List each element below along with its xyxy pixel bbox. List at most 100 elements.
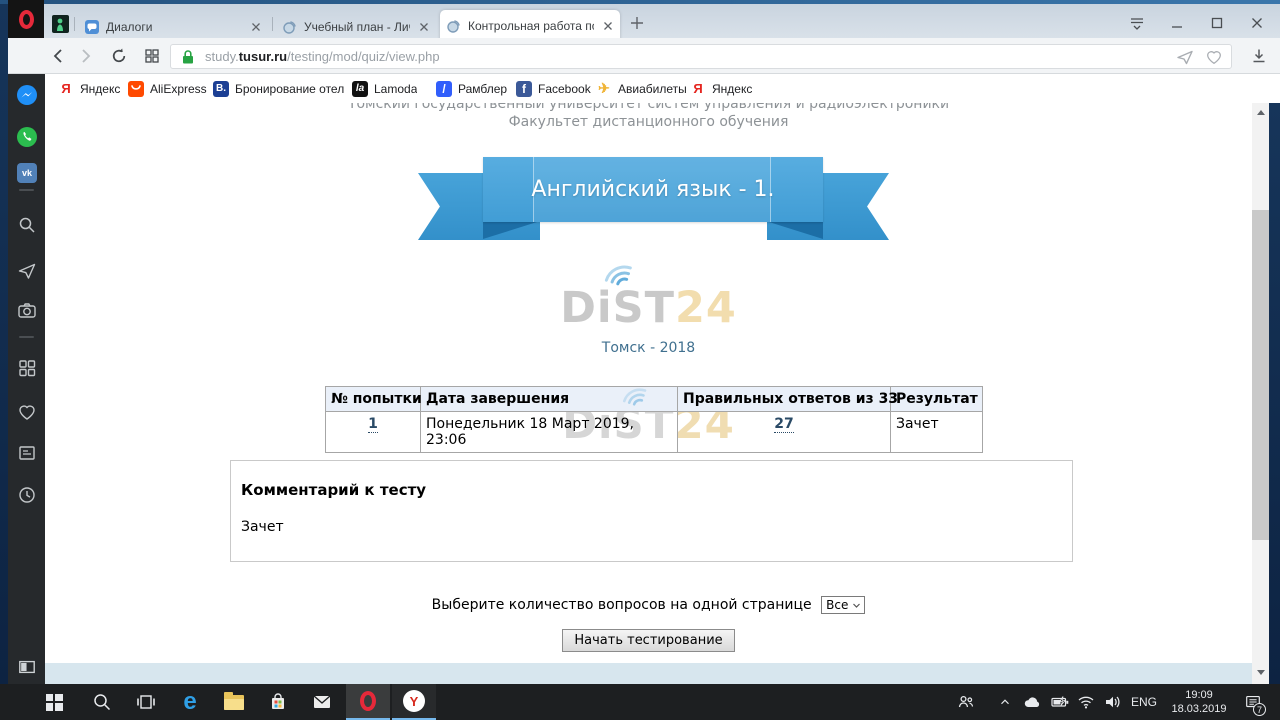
back-button[interactable] [50,47,68,65]
minimize-icon [1170,16,1184,30]
start-test-button[interactable]: Начать тестирование [562,629,734,652]
course-title: Английский язык - 1. [531,177,774,202]
sidebar-whatsapp-button[interactable] [16,126,38,148]
forward-button[interactable] [76,47,94,65]
mail-icon [312,693,332,711]
bookmark-yandex-2[interactable]: Я Яндекс [690,79,770,98]
folder-icon [224,695,244,710]
taskbar-store-button[interactable] [258,684,298,720]
sidebar-history-button[interactable] [16,484,38,506]
taskbar-search-button[interactable] [82,684,122,720]
taskbar-edge-button[interactable]: e [170,684,210,720]
taskbar-opera-button[interactable] [346,684,390,720]
bookmark-facebook[interactable]: f Facebook [516,79,600,98]
sidebar-divider [19,336,34,338]
tray-people-button[interactable] [950,684,982,720]
address-bar[interactable]: study.tusur.ru/testing/mod/quiz/view.php [170,44,1232,69]
comment-box: Комментарий к тесту Зачет [230,460,1073,562]
correct-answers-link[interactable]: 27 [774,416,793,433]
booking-icon: B. [213,81,229,97]
comment-title: Комментарий к тесту [241,481,426,499]
sidebar-bookmarks-button[interactable] [16,401,38,423]
tray-language-button[interactable]: ENG [1126,684,1162,720]
bookmark-aviabilety[interactable]: ✈ Авиабилеты [596,79,696,98]
action-center-button[interactable] [1236,684,1270,720]
news-icon [17,443,37,463]
comment-body: Зачет [241,519,284,535]
col-result: Результат [891,387,983,412]
scroll-down-arrow[interactable] [1257,670,1265,675]
bookmark-heart-icon[interactable] [1205,48,1223,66]
wifi-icon [1077,695,1095,709]
speed-dial-icon [17,358,37,378]
sidebar-toggle-button[interactable] [16,656,38,678]
attempt-number-link[interactable]: 1 [368,416,378,433]
figure-thumbnail-icon [52,15,69,33]
university-name: Томский государственный университет сист… [45,103,1252,112]
tab-close-icon[interactable] [602,20,614,32]
vertical-scrollbar[interactable] [1252,103,1269,684]
camera-icon [17,300,37,320]
bookmark-rambler[interactable]: / Рамблер [436,79,516,98]
browser-tab-bar: Диалоги Учебный план - Личный Контрольна… [8,4,1280,38]
reload-button[interactable] [110,47,128,65]
yandex-icon: Я [58,81,74,97]
edge-icon: e [183,690,196,714]
scrollbar-thumb[interactable] [1252,210,1269,540]
rambler-icon: / [436,81,452,97]
vk-icon: vk [17,163,37,183]
aliexpress-icon [128,81,144,97]
tray-wifi-button[interactable] [1072,684,1100,720]
tray-onedrive-button[interactable] [1018,684,1046,720]
scroll-up-arrow[interactable] [1257,110,1265,115]
sidebar-snapshot-button[interactable] [16,299,38,321]
chat-bubble-icon [84,19,100,35]
battery-icon [1051,695,1070,709]
dist24-favicon [282,19,298,35]
tab-menu-button[interactable] [1128,16,1146,32]
sidebar-speed-dial-button[interactable] [16,357,38,379]
forward-icon [76,47,94,65]
col-attempt-number: № попытки [326,387,421,412]
bookmarks-bar: Я Яндекс AliExpress B. Бронирование отел… [45,74,1280,103]
table-row: 1 Понедельник 18 Март 2019, 23:06 27 Зач… [326,412,983,453]
window-close-button[interactable] [1250,16,1264,30]
tab-close-icon[interactable] [418,21,430,33]
plus-icon [630,16,644,30]
tray-show-hidden-button[interactable] [992,684,1018,720]
opera-logo-icon [19,10,34,29]
taskbar-yandex-button[interactable]: Y [392,684,436,720]
tray-volume-button[interactable] [1098,684,1126,720]
taskbar-explorer-button[interactable] [214,684,254,720]
start-button-row: Начать тестирование [45,629,1252,652]
per-page-select[interactable]: Все [821,596,865,614]
bookmark-booking[interactable]: B. Бронирование отел [213,79,353,98]
speed-dial-button[interactable] [144,48,160,64]
new-tab-button[interactable] [630,16,644,30]
sidebar-personal-news-button[interactable] [16,442,38,464]
sidebar-search-button[interactable] [16,214,38,236]
paper-plane-icon [17,261,37,281]
send-to-flow-icon[interactable] [1175,48,1195,66]
airplane-icon: ✈ [596,81,612,97]
task-view-button[interactable] [126,684,166,720]
clock-time: 19:09 [1171,688,1226,702]
sidebar-my-flow-button[interactable] [16,260,38,282]
downloads-button[interactable] [1250,47,1268,65]
taskbar-mail-button[interactable] [302,684,342,720]
opera-menu-button[interactable] [8,0,44,38]
back-icon [50,47,68,65]
speaker-icon [1103,694,1121,710]
bookmark-lamoda[interactable]: la Lamoda [352,79,430,98]
tab-close-icon[interactable] [250,21,262,33]
sidebar-vk-button[interactable]: vk [16,162,38,184]
sidebar-messenger-button[interactable] [16,84,38,106]
yandex-browser-icon: Y [403,690,425,712]
start-button[interactable] [34,684,74,720]
window-maximize-button[interactable] [1210,16,1224,30]
result-cell: Зачет [891,412,983,453]
window-minimize-button[interactable] [1170,16,1184,30]
tray-battery-button[interactable] [1046,684,1074,720]
tab-thumbnail-icon[interactable] [52,15,69,33]
tray-clock-button[interactable]: 19:09 18.03.2019 [1164,684,1234,720]
